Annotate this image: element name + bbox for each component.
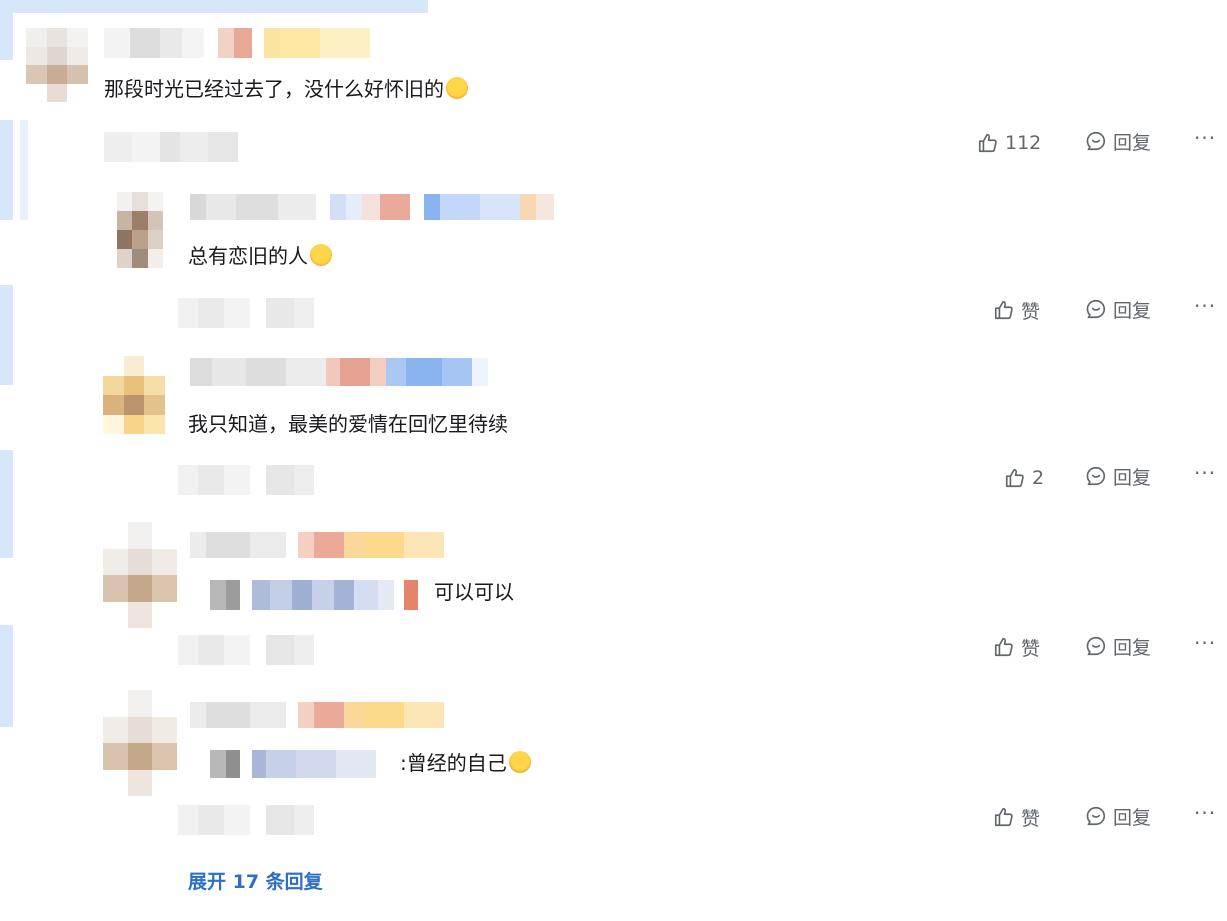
username-blurred[interactable]: [104, 28, 370, 58]
avatar[interactable]: [103, 356, 165, 434]
more-options-button[interactable]: ···: [1194, 294, 1216, 318]
reply-label: 回复: [1113, 299, 1152, 322]
reply-button[interactable]: 回复: [1085, 296, 1151, 322]
reply-button[interactable]: 回复: [1085, 803, 1151, 829]
expand-replies-link[interactable]: 展开 17 条回复: [188, 867, 323, 894]
timestamp-blurred: [104, 132, 238, 162]
thumbs-up-icon: [994, 637, 1013, 657]
reply-button[interactable]: 回复: [1085, 463, 1151, 489]
like-button[interactable]: 赞: [993, 634, 1040, 660]
more-options-button[interactable]: ···: [1194, 461, 1216, 485]
reply-label: 回复: [1113, 466, 1152, 489]
reply-bubble-icon: [1086, 466, 1105, 486]
like-count: 赞: [1021, 300, 1041, 323]
like-button[interactable]: 赞: [993, 297, 1040, 323]
reply-bubble-icon: [1086, 131, 1105, 151]
like-button[interactable]: 112: [977, 130, 1041, 156]
reply-bubble-icon: [1086, 299, 1105, 319]
more-options-button[interactable]: ···: [1194, 631, 1216, 655]
avatar[interactable]: [117, 192, 163, 268]
timestamp-blurred: [178, 635, 314, 665]
reply-bubble-icon: [1086, 806, 1105, 826]
reply-label: 回复: [1113, 131, 1152, 154]
like-count: 赞: [1021, 637, 1041, 660]
username-blurred[interactable]: [190, 194, 554, 220]
mention-blurred[interactable]: [190, 580, 418, 610]
comment-text: :曾经的自己: [400, 750, 531, 776]
like-button[interactable]: 2: [1004, 465, 1044, 491]
more-options-button[interactable]: ···: [1194, 801, 1216, 825]
reply-button[interactable]: 回复: [1085, 128, 1151, 154]
top-accent-bar: [0, 0, 428, 13]
accent-strip: [0, 285, 13, 385]
accent-strip: [0, 625, 13, 727]
like-count: 2: [1032, 467, 1045, 489]
comment-text: 我只知道，最美的爱情在回忆里待续: [188, 412, 508, 436]
username-blurred[interactable]: [190, 358, 488, 386]
avatar[interactable]: [103, 690, 177, 796]
timestamp-blurred: [178, 805, 314, 835]
comment-text: 可以可以: [434, 580, 514, 604]
timestamp-blurred: [178, 298, 314, 328]
thumbs-up-icon: [1005, 468, 1024, 488]
reply-button[interactable]: 回复: [1085, 633, 1151, 659]
thumbs-up-icon: [994, 300, 1013, 320]
timestamp-blurred: [178, 465, 314, 495]
avatar[interactable]: [26, 28, 88, 102]
avatar[interactable]: [103, 522, 177, 628]
accent-strip: [0, 0, 13, 60]
accent-strip: [0, 450, 13, 558]
accent-strip: [20, 120, 28, 220]
like-button[interactable]: 赞: [993, 804, 1040, 830]
accent-strip: [0, 120, 13, 220]
thumbs-up-icon: [978, 133, 997, 153]
thumbs-up-icon: [994, 807, 1013, 827]
more-options-button[interactable]: ···: [1194, 126, 1216, 150]
like-count: 112: [1005, 132, 1042, 154]
yum-face-icon: [446, 77, 468, 99]
reply-label: 回复: [1113, 636, 1152, 659]
username-blurred[interactable]: [190, 532, 444, 558]
mention-blurred[interactable]: [190, 750, 388, 778]
reply-bubble-icon: [1086, 636, 1105, 656]
username-blurred[interactable]: [190, 702, 444, 728]
yum-face-icon: [310, 244, 332, 266]
crying-face-icon: [508, 751, 531, 773]
comment-text: 总有恋旧的人: [188, 243, 332, 269]
comment-text: 那段时光已经过去了，没什么好怀旧的: [104, 76, 468, 102]
reply-label: 回复: [1113, 806, 1152, 829]
like-count: 赞: [1021, 807, 1041, 830]
